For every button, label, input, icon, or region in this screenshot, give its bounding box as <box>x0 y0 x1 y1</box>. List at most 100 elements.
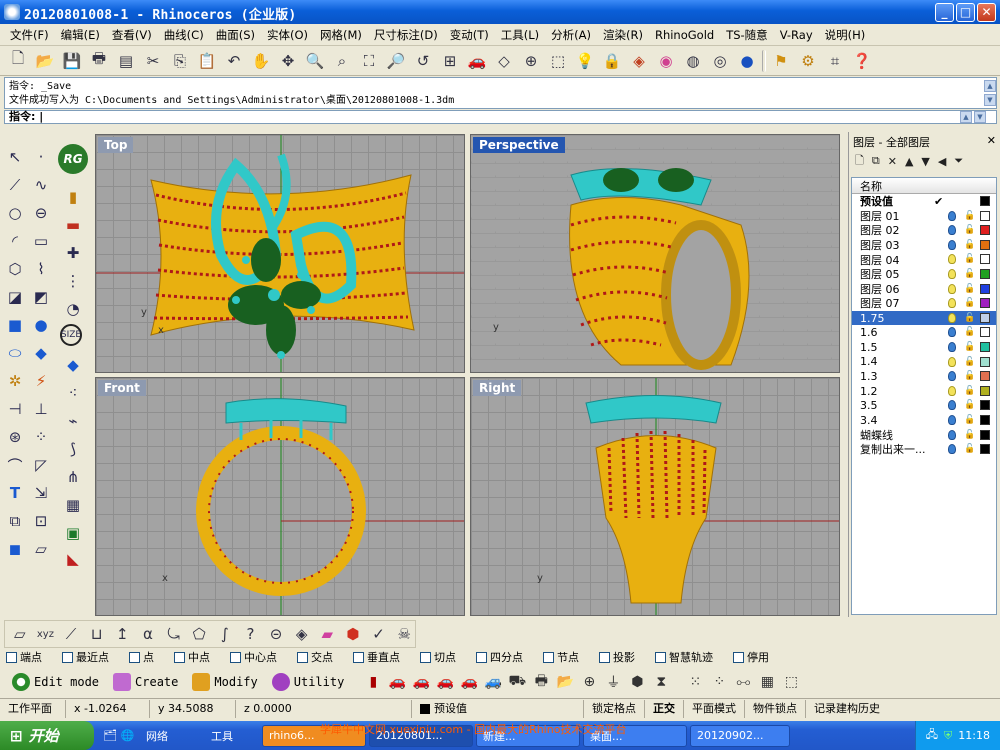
osnap-icon[interactable]: ⊕ <box>519 49 543 73</box>
layer-lock-icon[interactable]: 🔓 <box>964 327 975 337</box>
chamfer-icon[interactable]: ◸ <box>28 452 54 478</box>
ellipse-icon[interactable]: ⊖ <box>28 200 54 226</box>
render-bar-icon[interactable]: ▮ <box>362 671 384 693</box>
layer-visibility-bulb-icon[interactable] <box>948 239 956 250</box>
layer-visibility-bulb-icon[interactable] <box>948 371 956 382</box>
light-bulb-icon[interactable]: 💡 <box>573 49 597 73</box>
menu-analyze[interactable]: 分析(A) <box>545 27 597 43</box>
freeform-icon[interactable]: ⌇ <box>28 256 54 282</box>
gem-tool-icon[interactable]: ✚ <box>60 240 86 266</box>
rectangle-icon[interactable]: ▭ <box>28 228 54 254</box>
layer-row[interactable]: 1.4 🔓 <box>852 355 996 370</box>
layer-row[interactable]: 图层 01 🔓 <box>852 209 996 224</box>
help-icon[interactable]: ❓ <box>850 49 874 73</box>
status-ortho[interactable]: 正交 <box>645 699 684 718</box>
surface-icon[interactable]: ◪ <box>2 284 28 310</box>
render-sphere-icon[interactable]: ◎ <box>708 49 732 73</box>
target-icon[interactable]: ⊕ <box>578 671 600 693</box>
osnap-end[interactable]: 端点 <box>6 649 42 665</box>
grid-plane-icon[interactable]: ◇ <box>492 49 516 73</box>
circle-icon[interactable]: ○ <box>2 200 28 226</box>
flag-icon[interactable]: ⚑ <box>769 49 793 73</box>
layer-color-swatch[interactable] <box>980 356 990 367</box>
import-icon[interactable]: ▤ <box>114 49 138 73</box>
status-grid-snap[interactable]: 锁定格点 <box>584 699 645 718</box>
curve-gems-icon[interactable]: ⌁ <box>60 408 86 434</box>
car-red-icon-5[interactable]: 🚙 <box>482 671 504 693</box>
undo-icon[interactable]: ↶ <box>222 49 246 73</box>
surface-edge-icon[interactable]: ◩ <box>28 284 54 310</box>
move-up-icon[interactable]: ▲ <box>905 155 913 168</box>
viewport-front[interactable]: Front x <box>95 377 465 616</box>
status-cplane[interactable]: 工作平面 <box>0 699 66 718</box>
truck-icon[interactable]: ⛟ <box>506 671 528 693</box>
new-layer-icon[interactable]: 🗋 <box>855 152 864 171</box>
taskbar-tools[interactable]: 工具 <box>205 725 259 747</box>
filter-icon[interactable]: ⏷ <box>954 154 963 168</box>
layer-lock-icon[interactable]: 🔓 <box>964 284 975 294</box>
undo-view-icon[interactable]: ↺ <box>411 49 435 73</box>
pan-hand-icon[interactable]: ✋ <box>249 49 273 73</box>
network-icon[interactable]: ⋔ <box>60 464 86 490</box>
block-icon[interactable]: ⊡ <box>28 508 54 534</box>
layer-visibility-bulb-icon[interactable] <box>948 283 956 294</box>
layer-row[interactable]: 图层 02 🔓 <box>852 223 996 238</box>
osnap-project[interactable]: 投影 <box>599 649 635 665</box>
menu-file[interactable]: 文件(F) <box>4 27 55 43</box>
box-icon[interactable]: ■ <box>2 312 28 338</box>
menu-rhinogold[interactable]: RhinoGold <box>649 28 720 42</box>
osnap-near[interactable]: 最近点 <box>62 649 109 665</box>
layer-lock-icon[interactable]: 🔓 <box>964 313 975 323</box>
layer-lock-icon[interactable]: 🔓 <box>964 225 975 235</box>
cmd-scroll-down-icon[interactable]: ▼ <box>974 111 986 123</box>
close-button[interactable]: ✕ <box>977 3 996 22</box>
lock-icon[interactable]: 🔒 <box>600 49 624 73</box>
zoom-window-icon[interactable]: ⌕ <box>330 49 354 73</box>
layer-visibility-bulb-icon[interactable] <box>948 254 956 265</box>
zoom-icon[interactable]: 🔍 <box>303 49 327 73</box>
ring-size-icon[interactable]: ▬ <box>60 212 86 238</box>
layer-lock-icon[interactable]: 🔓 <box>964 269 975 279</box>
polyline-icon[interactable]: ⟋ <box>2 172 28 198</box>
osnap-tangent[interactable]: 切点 <box>420 649 456 665</box>
minimize-button[interactable]: _ <box>935 3 954 22</box>
layer-color-swatch[interactable] <box>980 239 990 250</box>
delete-layer-icon[interactable]: ✕ <box>888 155 897 168</box>
layer-visibility-bulb-icon[interactable] <box>948 327 956 338</box>
color-wheel-icon[interactable]: ◉ <box>654 49 678 73</box>
circle-dots-icon[interactable]: ⁘ <box>708 671 730 693</box>
folder-icon[interactable]: 📂 <box>554 671 576 693</box>
frame-icon[interactable]: ⬚ <box>780 671 802 693</box>
four-view-icon[interactable]: ⊞ <box>438 49 462 73</box>
menu-curve[interactable]: 曲线(C) <box>158 27 210 43</box>
layer-row[interactable]: 3.4 🔓 <box>852 413 996 428</box>
car-red-icon-4[interactable]: 🚗 <box>458 671 480 693</box>
layer-lock-icon[interactable]: 🔓 <box>964 386 975 396</box>
modify-button[interactable]: Modify <box>186 669 263 695</box>
curve-icon[interactable]: ∿ <box>28 172 54 198</box>
taskbar-item-file2[interactable]: 20120902... <box>690 724 790 747</box>
bisect-icon[interactable]: ⊝ <box>265 622 287 646</box>
osnap-perpendicular[interactable]: 垂直点 <box>353 649 400 665</box>
layer-lock-icon[interactable]: 🔓 <box>964 444 975 454</box>
layer-row[interactable]: 图层 03 🔓 <box>852 238 996 253</box>
zoom-selected-icon[interactable]: 🔎 <box>384 49 408 73</box>
menu-solid[interactable]: 实体(O) <box>261 27 314 43</box>
car-icon[interactable]: 🚗 <box>465 49 489 73</box>
layer-visibility-bulb-icon[interactable] <box>948 414 956 425</box>
osnap-center[interactable]: 中心点 <box>230 649 277 665</box>
text-icon[interactable]: T <box>2 480 28 506</box>
layer-color-swatch[interactable] <box>980 414 990 425</box>
dim-icon[interactable]: ⇲ <box>28 480 54 506</box>
layer-lock-icon[interactable]: 🔓 <box>964 254 975 264</box>
layer-visibility-bulb-icon[interactable] <box>948 225 956 236</box>
layer-color-swatch[interactable] <box>980 327 990 338</box>
trim-icon[interactable]: ⊥ <box>28 396 54 422</box>
dimension-icon[interactable]: ⌗ <box>823 49 847 73</box>
menu-mesh[interactable]: 网格(M) <box>314 27 368 43</box>
cylinder-icon[interactable]: ⬭ <box>2 340 28 366</box>
lamp-icon[interactable]: ⏚ <box>602 671 624 693</box>
size-icon[interactable]: SIZE <box>60 324 82 346</box>
layer-color-swatch[interactable] <box>980 210 990 221</box>
osnap-quad[interactable]: 四分点 <box>476 649 523 665</box>
